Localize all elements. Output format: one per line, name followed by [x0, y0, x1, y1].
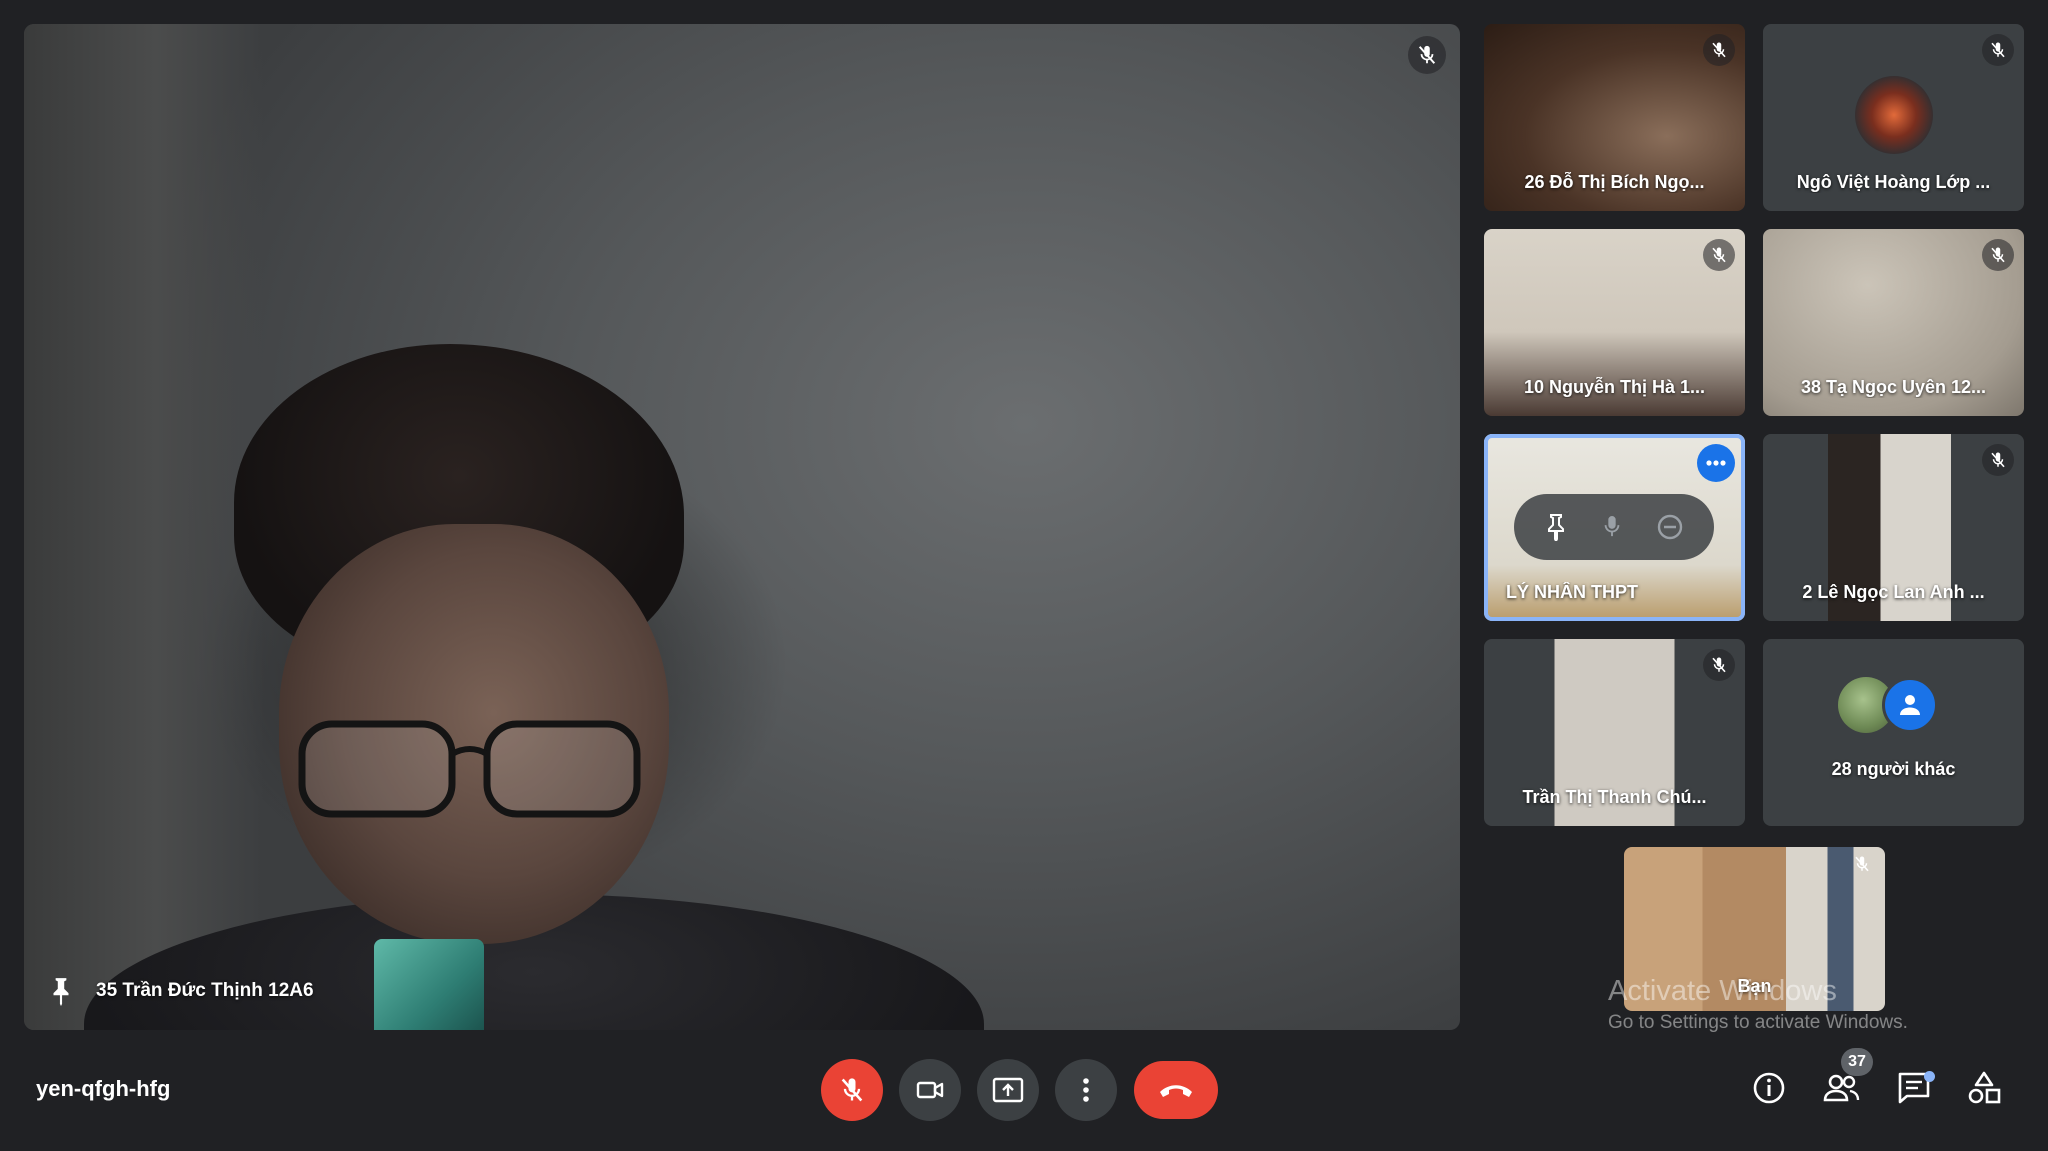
participant-tile[interactable]: Ngô Việt Hoàng Lớp ...	[1763, 24, 2024, 211]
avatar	[1854, 76, 1933, 154]
participant-tile[interactable]: Trần Thị Thanh Chú...	[1484, 639, 1745, 826]
mic-off-icon	[1703, 34, 1735, 66]
mic-off-icon	[1408, 36, 1446, 74]
pin-icon[interactable]	[1544, 513, 1568, 541]
windows-activation-watermark: Activate Windows Go to Settings to activ…	[1608, 974, 1908, 1036]
mic-off-icon	[1982, 444, 2014, 476]
videocam-icon	[916, 1081, 944, 1099]
speaker-video-glasses	[298, 720, 641, 818]
participant-name: 26 Đỗ Thị Bích Ngọ...	[1524, 172, 1705, 192]
pin-icon[interactable]	[48, 976, 74, 1006]
participant-name: Ngô Việt Hoàng Lớp ...	[1796, 172, 1991, 192]
participant-name: LÝ NHÂN THPT	[1506, 582, 1638, 602]
chat-notification-dot	[1924, 1071, 1935, 1082]
others-count-label: 28 người khác	[1831, 759, 1956, 779]
leave-call-button[interactable]	[1134, 1061, 1218, 1119]
mic-toggle-button[interactable]	[821, 1059, 883, 1121]
participant-tile[interactable]: 38 Tạ Ngọc Uyên 12...	[1763, 229, 2024, 416]
participant-name: 2 Lê Ngọc Lan Anh ...	[1802, 582, 1985, 602]
participant-count-badge: 37	[1841, 1048, 1873, 1076]
watermark-subtitle: Go to Settings to activate Windows.	[1608, 1012, 1908, 1033]
watermark-title: Activate Windows	[1608, 975, 1837, 1007]
others-avatars	[1837, 677, 1950, 733]
tile-hover-controls	[1514, 494, 1714, 560]
mic-off-icon	[1703, 649, 1735, 681]
meeting-code: yen-qfgh-hfg	[36, 1076, 171, 1101]
remove-icon[interactable]	[1656, 513, 1684, 541]
person-icon	[1881, 677, 1938, 733]
call-end-icon	[1160, 1085, 1192, 1097]
participant-tile[interactable]: 26 Đỗ Thị Bích Ngọ...	[1484, 24, 1745, 211]
present-button[interactable]	[977, 1059, 1039, 1121]
participant-tile-focused[interactable]: LÝ NHÂN THPT	[1484, 434, 1745, 621]
more-options-button[interactable]	[1697, 444, 1735, 482]
participant-tile[interactable]: 10 Nguyễn Thị Hà 1...	[1484, 229, 1745, 416]
info-icon[interactable]	[1751, 1070, 1787, 1106]
main-speaker-name-row: 35 Trần Đức Thịnh 12A6	[48, 976, 314, 1006]
present-screen-icon	[992, 1077, 1024, 1103]
mic-off-icon	[841, 1078, 863, 1102]
main-speaker-name: 35 Trần Đức Thịnh 12A6	[96, 980, 314, 1001]
main-speaker-tile[interactable]: 35 Trần Đức Thịnh 12A6	[24, 24, 1460, 1030]
participant-tile[interactable]: 2 Lê Ngọc Lan Anh ...	[1763, 434, 2024, 621]
mic-off-icon	[1853, 855, 1871, 878]
camera-toggle-button[interactable]	[899, 1059, 961, 1121]
mic-off-icon	[1703, 239, 1735, 271]
meet-call-screen: 35 Trần Đức Thịnh 12A6 26 Đỗ Thị Bích Ng…	[0, 0, 2048, 1151]
activities-icon[interactable]	[1966, 1070, 2002, 1106]
mic-off-icon	[1982, 239, 2014, 271]
speaker-video-cup	[374, 939, 484, 1030]
video-background	[24, 24, 264, 1030]
more-vert-icon	[1083, 1078, 1089, 1102]
others-tile[interactable]: 28 người khác	[1763, 639, 2024, 826]
mic-icon[interactable]	[1601, 514, 1623, 540]
participant-name: 38 Tạ Ngọc Uyên 12...	[1800, 377, 1987, 397]
participant-name: Trần Thị Thanh Chú...	[1522, 787, 1707, 807]
mic-off-icon	[1982, 34, 2014, 66]
more-options-button[interactable]	[1055, 1059, 1117, 1121]
participant-name: 10 Nguyễn Thị Hà 1...	[1523, 377, 1706, 397]
